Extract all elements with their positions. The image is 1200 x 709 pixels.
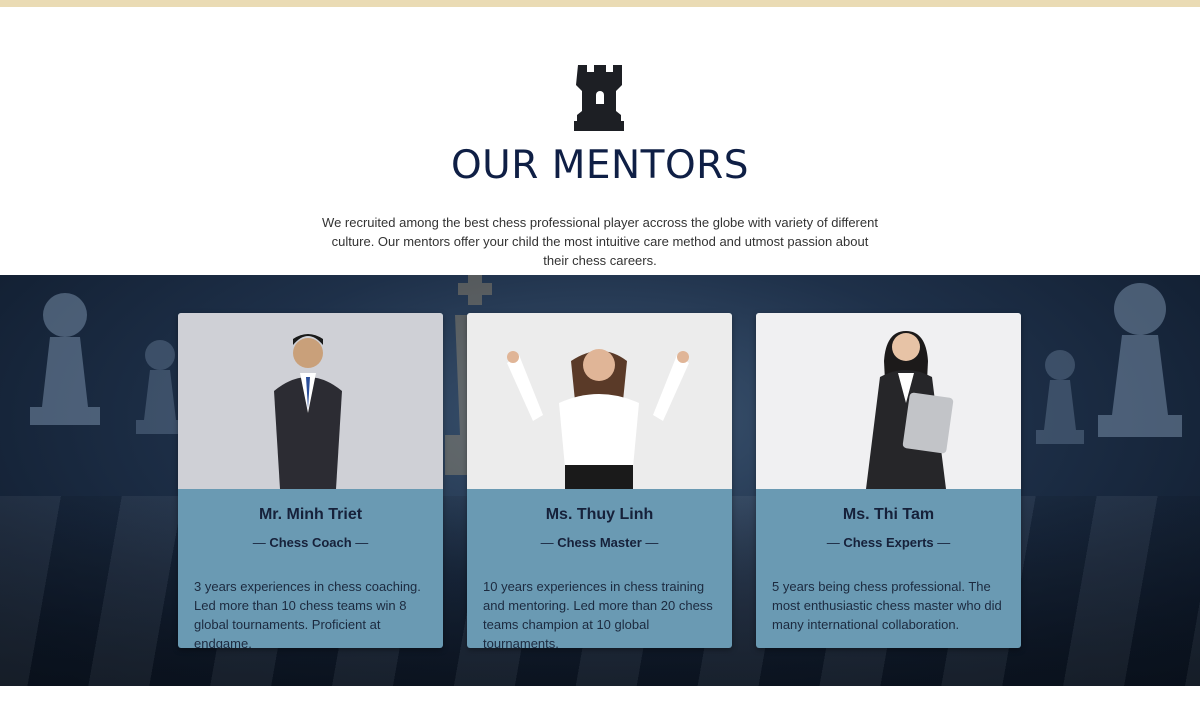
mentor-name: Mr. Minh Triet: [258, 506, 363, 523]
background-pawn-icon: [1098, 283, 1182, 437]
mentor-photo: [178, 313, 443, 489]
mentor-name: Ms. Thi Tam: [842, 506, 935, 523]
mentor-role: — Chess Coach —: [252, 535, 369, 550]
mentor-photo: [756, 313, 1021, 489]
mentor-name: Ms. Thuy Linh: [545, 506, 654, 523]
mentor-bio: 10 years experiences in chess training a…: [483, 579, 713, 648]
background-pawn-icon: [1036, 350, 1084, 444]
background-pawn-icon: [30, 293, 100, 425]
mentor-bio: 5 years being chess professional. The mo…: [772, 579, 1002, 632]
intro-section: OUR MENTORS We recruited among the best …: [0, 7, 1200, 275]
section-description: We recruited among the best chess profes…: [322, 215, 878, 268]
page-footer-space: [0, 686, 1200, 709]
rook-icon: [574, 65, 624, 131]
mentor-bio: 3 years experiences in chess coaching. L…: [194, 579, 421, 648]
mentor-card[interactable]: Ms. Thi Tam — Chess Experts — 5 years be…: [756, 313, 1021, 648]
mentor-photo: [467, 313, 732, 489]
mentor-card[interactable]: Ms. Thuy Linh — Chess Master — 10 years …: [467, 313, 732, 648]
mentor-role: — Chess Experts —: [826, 535, 951, 550]
mentor-role: — Chess Master —: [540, 535, 659, 550]
page-title: OUR MENTORS: [450, 143, 750, 188]
mentors-section: Mr. Minh Triet — Chess Coach — 3 years e…: [0, 275, 1200, 686]
top-accent-bar: [0, 0, 1200, 7]
mentor-card[interactable]: Mr. Minh Triet — Chess Coach — 3 years e…: [178, 313, 443, 648]
